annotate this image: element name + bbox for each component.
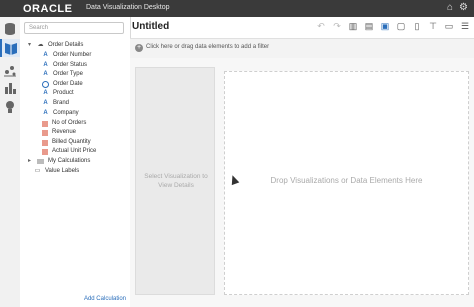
canvas-title-bar: Untitled ↶ ↷ ▥ ▤ ▣ ▢ ▯ ⊤ ▭ ☰ bbox=[130, 17, 474, 39]
dataset-icon: ☁ bbox=[37, 42, 44, 48]
tree-item-label: Brand bbox=[53, 100, 70, 106]
visualization-properties-pane: Select Visualization to View Details bbox=[135, 67, 215, 295]
viz-pane-hint: Select Visualization to View Details bbox=[144, 173, 208, 189]
filter-bar[interactable]: + Click here or drag data elements to ad… bbox=[130, 39, 474, 59]
app-title: Data Visualization Desktop bbox=[86, 4, 170, 11]
tree-item-brand[interactable]: A Brand bbox=[42, 99, 69, 108]
tree-item-label: Revenue bbox=[52, 129, 77, 135]
oracle-logo: ORACLE bbox=[23, 3, 73, 15]
file-icon[interactable]: ▢ bbox=[396, 21, 406, 31]
redo-icon[interactable]: ↷ bbox=[332, 21, 342, 31]
tree-item-order-type[interactable]: A Order Type bbox=[42, 70, 83, 79]
tree-item-company[interactable]: A Company bbox=[42, 109, 79, 118]
tree-item-revenue[interactable]: Revenue bbox=[42, 128, 76, 137]
tree-item-label: Order Details bbox=[48, 42, 84, 48]
measure-icon bbox=[42, 139, 48, 146]
measure-icon bbox=[42, 129, 48, 136]
data-icon[interactable]: ▤ bbox=[364, 21, 374, 31]
tree-item-order-details[interactable]: ▾ ☁ Order Details bbox=[26, 41, 83, 50]
database-icon[interactable] bbox=[3, 22, 17, 36]
folder-icon bbox=[37, 159, 44, 164]
text-attribute-icon: A bbox=[43, 90, 48, 96]
date-attribute-icon bbox=[42, 81, 49, 88]
home-icon[interactable]: ⌂ bbox=[447, 2, 453, 14]
text-attribute-icon: A bbox=[43, 62, 48, 68]
tree-item-label: Order Type bbox=[53, 71, 83, 77]
filter-hint: Click here or drag data elements to add … bbox=[146, 44, 270, 50]
undo-icon[interactable]: ↶ bbox=[316, 21, 326, 31]
book-icon[interactable] bbox=[0, 39, 20, 57]
tree-item-label: Billed Quantity bbox=[52, 139, 91, 145]
text-attribute-icon: A bbox=[43, 52, 48, 58]
text-attribute-icon: A bbox=[43, 100, 48, 106]
workspace: Select Visualization to View Details Dro… bbox=[130, 58, 474, 307]
tree-item-billed-quantity[interactable]: Billed Quantity bbox=[42, 138, 91, 147]
tree-item-label: Order Date bbox=[53, 81, 83, 87]
tree-item-value-labels[interactable]: ▭ Value Labels bbox=[34, 167, 80, 176]
tree-item-no-of-orders[interactable]: No of Orders bbox=[42, 119, 86, 128]
export-icon[interactable]: ▯ bbox=[412, 21, 422, 31]
top-bar: ORACLE Data Visualization Desktop ⌂ ⚙ bbox=[0, 0, 474, 17]
tree-item-my-calculations[interactable]: ▸ My Calculations bbox=[26, 157, 90, 166]
analytics-icon[interactable] bbox=[3, 63, 17, 77]
tree-item-label: Actual Unit Price bbox=[52, 148, 97, 154]
bar-chart-icon[interactable] bbox=[3, 81, 17, 95]
tree-item-label: My Calculations bbox=[48, 158, 91, 164]
tree-item-actual-unit-price[interactable]: Actual Unit Price bbox=[42, 147, 96, 156]
text-attribute-icon: A bbox=[43, 110, 48, 116]
add-filter-icon[interactable]: + bbox=[135, 44, 143, 52]
search-input[interactable]: Search bbox=[24, 22, 124, 34]
canvas-drop-zone[interactable]: Drop Visualizations or Data Elements Her… bbox=[224, 71, 469, 295]
tree-item-label: No of Orders bbox=[52, 120, 87, 126]
layout-icon[interactable]: ⊤ bbox=[428, 21, 438, 31]
tree-item-order-number[interactable]: A Order Number bbox=[42, 51, 91, 60]
tree-item-order-date[interactable]: Order Date bbox=[42, 80, 83, 89]
lightbulb-icon[interactable] bbox=[3, 100, 17, 114]
toolbar: ↶ ↷ ▥ ▤ ▣ ▢ ▯ ⊤ ▭ ☰ bbox=[316, 21, 470, 31]
measure-icon bbox=[42, 120, 48, 127]
measure-icon bbox=[42, 148, 48, 155]
top-icons: ⌂ ⚙ bbox=[447, 2, 468, 14]
tree-item-label: Order Status bbox=[53, 62, 88, 68]
text-attribute-icon: A bbox=[43, 71, 48, 77]
value-labels-icon: ▭ bbox=[34, 168, 41, 174]
drop-zone-hint: Drop Visualizations or Data Elements Her… bbox=[270, 176, 423, 185]
add-calculation-link[interactable]: Add Calculation bbox=[84, 296, 126, 302]
add-visualization-icon[interactable]: ▥ bbox=[348, 21, 358, 31]
left-rail bbox=[0, 17, 21, 307]
tree-item-label: Value Labels bbox=[45, 168, 80, 174]
gear-icon[interactable]: ⚙ bbox=[459, 2, 468, 14]
screen-icon[interactable]: ▭ bbox=[444, 21, 454, 31]
present-icon[interactable]: ▣ bbox=[380, 21, 390, 31]
data-panel: Search ▾ ☁ Order Details A Order Number … bbox=[20, 17, 131, 307]
tree-item-order-status[interactable]: A Order Status bbox=[42, 61, 87, 70]
tree-item-label: Product bbox=[53, 90, 74, 96]
chevron-right-icon[interactable]: ▸ bbox=[26, 158, 33, 165]
tree-item-label: Order Number bbox=[53, 52, 92, 58]
tree-item-product[interactable]: A Product bbox=[42, 89, 74, 98]
page-title[interactable]: Untitled bbox=[132, 21, 169, 32]
tree-item-label: Company bbox=[53, 110, 79, 116]
menu-icon[interactable]: ☰ bbox=[460, 21, 470, 31]
chevron-down-icon[interactable]: ▾ bbox=[26, 42, 33, 49]
